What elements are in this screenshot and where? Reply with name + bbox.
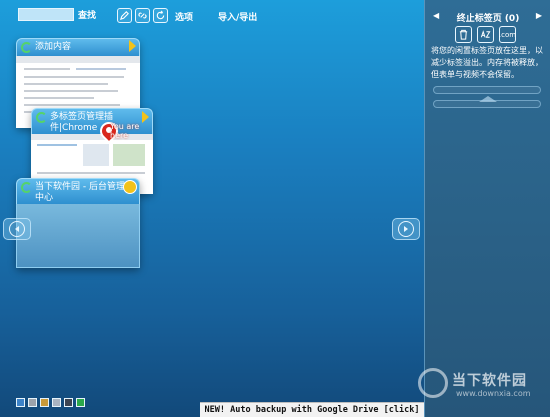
panel-next-icon[interactable]: ▶ [536, 11, 542, 20]
edit-icon[interactable] [117, 8, 132, 23]
tab-card-title: 添加内容 [35, 42, 72, 52]
browser-tab-icon [21, 182, 32, 193]
watermark-text: 当下软件园 [452, 373, 527, 389]
tab-card-title: 多标签页管理插 [50, 112, 114, 122]
suspended-tabs-panel: ◀ 终止标签页 (0) ▶ .com 将您的闲置标签页放在这里，以减少标签溢出。… [424, 0, 550, 417]
com-icon-label: .com [498, 30, 517, 39]
browser-tab-icon [21, 42, 32, 53]
search-input[interactable] [18, 8, 74, 21]
arrow-left-icon [9, 221, 25, 237]
theme-swatch[interactable] [52, 398, 61, 407]
tab-thumbnail [16, 204, 140, 268]
browser-tab-icon [36, 112, 47, 123]
watermark-subtext: www.downxia.com [456, 389, 531, 398]
import-export-link[interactable]: 导入/导出 [218, 10, 257, 23]
options-link[interactable]: 选项 [175, 10, 193, 23]
com-icon[interactable]: .com [499, 26, 516, 43]
refresh-icon[interactable] [153, 8, 168, 23]
theme-swatch[interactable] [28, 398, 37, 407]
suspended-tabs-title: 终止标签页 (0) [456, 14, 520, 24]
card-arrow-icon[interactable] [129, 40, 136, 52]
card-arrow-icon[interactable] [142, 111, 149, 123]
tab-card-title: 当下软件园 - 后台管理 [35, 182, 125, 192]
sort-az-icon[interactable] [477, 26, 494, 43]
trash-icon[interactable] [455, 26, 472, 43]
link-icon[interactable] [135, 8, 150, 23]
tab-card[interactable]: 当下软件园 - 后台管理 中心 [16, 178, 140, 268]
panel-prev-icon[interactable]: ◀ [433, 11, 439, 20]
theme-swatch[interactable] [76, 398, 85, 407]
theme-swatch[interactable] [16, 398, 25, 407]
drop-zone-bottom [433, 100, 541, 108]
tab-card-header: 添加内容 [16, 38, 140, 56]
panel-description: 将您的闲置标签页放在这里，以减少标签溢出。内存将被释放，但表单与视频不会保留。 [431, 46, 543, 79]
scroll-right-button[interactable] [392, 218, 420, 240]
you-are-here-label: You are here [110, 122, 140, 140]
tab-card-title-line2: 件|Chrome [50, 123, 98, 133]
watermark-logo-icon [418, 368, 448, 398]
tab-card-header: 当下软件园 - 后台管理 中心 [16, 178, 140, 204]
search-label[interactable]: 查找 [78, 8, 96, 21]
card-badge-icon [123, 180, 137, 194]
drop-zone-top [433, 86, 541, 94]
tab-card-title-line2: 中心 [35, 193, 54, 203]
theme-swatch[interactable] [40, 398, 49, 407]
theme-swatch[interactable] [64, 398, 73, 407]
arrow-right-icon [398, 221, 414, 237]
backup-notice-bar[interactable]: NEW! Auto backup with Google Drive [clic… [200, 402, 424, 417]
scroll-left-button[interactable] [3, 218, 31, 240]
